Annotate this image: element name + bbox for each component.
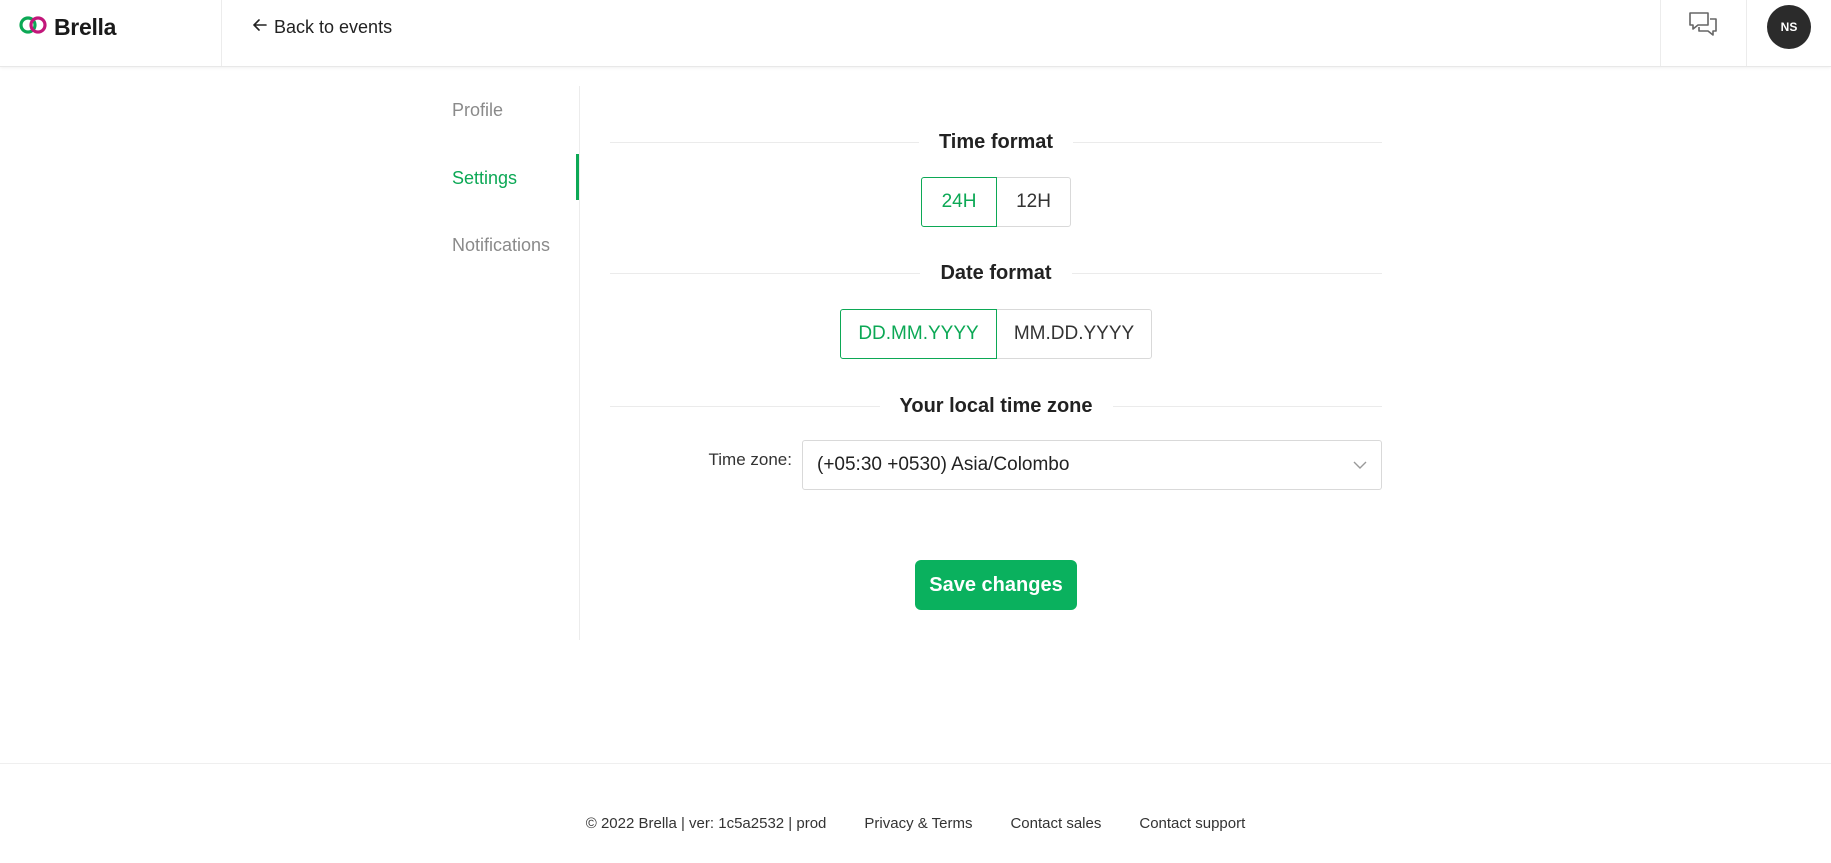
back-to-events-link[interactable]: Back to events — [252, 15, 392, 39]
settings-sidebar: Profile Settings Notifications — [452, 86, 580, 640]
footer-copyright: © 2022 Brella | ver: 1c5a2532 | prod — [585, 815, 827, 832]
time-zone-title: Your local time zone — [899, 394, 1093, 417]
header-divider — [1746, 0, 1747, 66]
footer-divider — [0, 763, 1831, 764]
sidebar-item-notifications[interactable]: Notifications — [452, 235, 550, 256]
brella-logo-icon — [18, 14, 48, 41]
sidebar-item-settings[interactable]: Settings — [452, 168, 517, 189]
avatar[interactable]: NS — [1767, 5, 1811, 49]
back-label: Back to events — [274, 16, 393, 37]
chat-button[interactable] — [1686, 10, 1720, 44]
contact-support-link[interactable]: Contact support — [1139, 815, 1245, 832]
sidebar-active-indicator — [576, 154, 579, 200]
time-format-heading: Time format — [610, 130, 1383, 153]
date-format-mmddyyyy-option[interactable]: MM.DD.YYYY — [996, 309, 1152, 359]
time-zone-value: (+05:30 +0530) Asia/Colombo — [817, 454, 1070, 475]
arrow-left-icon — [252, 17, 268, 38]
brella-logo[interactable]: Brella — [18, 14, 116, 40]
time-format-title: Time format — [938, 130, 1054, 153]
date-format-toggle: DD.MM.YYYY MM.DD.YYYY — [840, 309, 1152, 359]
top-header: Brella Back to events NS — [0, 0, 1831, 67]
date-format-heading: Date format — [610, 261, 1383, 284]
date-format-title: Date format — [940, 261, 1052, 284]
time-format-24h-option[interactable]: 24H — [921, 177, 997, 227]
time-zone-select[interactable]: (+05:30 +0530) Asia/Colombo — [802, 440, 1382, 490]
chat-icon — [1687, 10, 1719, 45]
chevron-down-icon — [1353, 458, 1367, 472]
save-changes-button[interactable]: Save changes — [915, 560, 1077, 610]
time-zone-heading: Your local time zone — [610, 394, 1382, 417]
logo-text: Brella — [54, 13, 117, 40]
contact-sales-link[interactable]: Contact sales — [1010, 815, 1101, 832]
footer: © 2022 Brella | ver: 1c5a2532 | prod Pri… — [0, 815, 1831, 832]
header-divider — [221, 0, 222, 66]
privacy-terms-link[interactable]: Privacy & Terms — [864, 815, 972, 832]
header-divider — [1660, 0, 1661, 66]
time-format-12h-option[interactable]: 12H — [996, 177, 1071, 227]
date-format-ddmmyyyy-option[interactable]: DD.MM.YYYY — [840, 309, 997, 359]
sidebar-item-profile[interactable]: Profile — [452, 100, 503, 121]
time-format-toggle: 24H 12H — [921, 177, 1071, 227]
time-zone-label: Time zone: — [708, 450, 792, 469]
